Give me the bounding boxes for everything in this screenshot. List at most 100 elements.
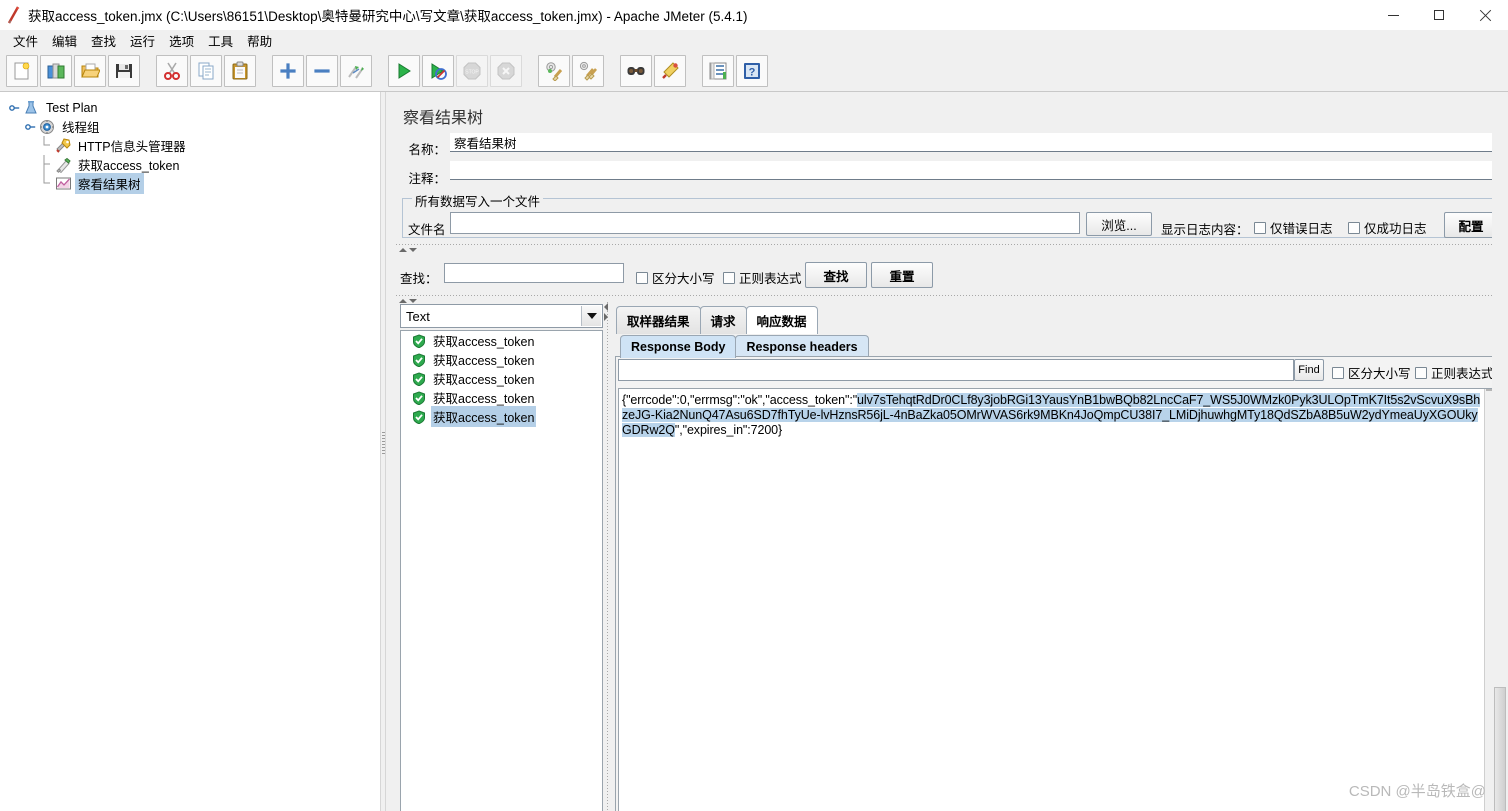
menu-help[interactable]: 帮助 bbox=[240, 29, 279, 52]
toolbar-separator bbox=[258, 55, 272, 87]
list-item[interactable]: 获取access_token bbox=[401, 350, 602, 369]
header-manager-icon bbox=[54, 137, 72, 155]
results-divider-handle[interactable] bbox=[602, 303, 610, 321]
chevron-down-icon bbox=[409, 298, 417, 303]
close-button[interactable] bbox=[1462, 0, 1508, 30]
menu-tools[interactable]: 工具 bbox=[201, 29, 240, 52]
chevron-down-icon[interactable] bbox=[581, 306, 601, 326]
configure-button[interactable]: 配置 bbox=[1444, 212, 1498, 238]
list-item[interactable]: 获取access_token bbox=[401, 388, 602, 407]
window-title: 获取access_token.jmx (C:\Users\86151\Deskt… bbox=[28, 9, 748, 24]
function-helper-icon[interactable] bbox=[702, 54, 734, 87]
find-button[interactable]: Find bbox=[1294, 359, 1324, 381]
watermark: CSDN @半岛铁盒@ bbox=[1348, 783, 1486, 800]
search-icon[interactable] bbox=[620, 54, 652, 87]
test-plan-tree[interactable]: Test Plan 线程组 HTTP信息头管理器 获取access_token … bbox=[0, 92, 380, 811]
start-icon[interactable] bbox=[388, 54, 420, 87]
menu-run[interactable]: 运行 bbox=[123, 29, 162, 52]
open-icon[interactable] bbox=[74, 54, 106, 87]
menu-file[interactable]: 文件 bbox=[6, 29, 45, 52]
renderer-selected-value: Text bbox=[406, 308, 430, 324]
toolbar-separator bbox=[142, 55, 156, 87]
response-prefix: {"errcode":0,"errmsg":"ok","access_token… bbox=[622, 393, 858, 407]
minimize-button[interactable] bbox=[1370, 0, 1416, 30]
menu-options[interactable]: 选项 bbox=[162, 29, 201, 52]
success-icon bbox=[411, 352, 427, 368]
search-reset-button[interactable]: 重置 bbox=[871, 262, 933, 288]
find-regex-checkbox[interactable]: 正则表达式 bbox=[1415, 363, 1494, 382]
search-case-sensitive-checkbox[interactable]: 区分大小写 bbox=[636, 268, 715, 287]
menu-edit[interactable]: 编辑 bbox=[45, 29, 84, 52]
svg-text:STOP: STOP bbox=[465, 69, 479, 75]
list-item[interactable]: 获取access_token bbox=[401, 406, 602, 427]
checkbox-box-icon bbox=[1332, 366, 1344, 379]
search-regex-checkbox[interactable]: 正则表达式 bbox=[723, 268, 802, 287]
name-input[interactable]: 察看结果树 bbox=[450, 133, 1502, 152]
tree-node-test-plan[interactable]: Test Plan bbox=[4, 98, 380, 117]
window-scrollbar[interactable] bbox=[1492, 92, 1508, 811]
write-to-file-group-title: 所有数据写入一个文件 bbox=[412, 191, 544, 210]
clear-all-icon[interactable] bbox=[572, 54, 604, 87]
paste-icon[interactable] bbox=[224, 54, 256, 87]
tree-node-http-sampler[interactable]: 获取access_token bbox=[4, 155, 380, 174]
templates-icon[interactable] bbox=[40, 54, 72, 87]
toolbar-separator bbox=[524, 55, 538, 87]
copy-icon[interactable] bbox=[190, 54, 222, 87]
search-input[interactable] bbox=[444, 263, 624, 283]
toggle-icon[interactable] bbox=[340, 54, 372, 87]
tab-response-body[interactable]: Response Body bbox=[620, 335, 737, 358]
divider-handle-2[interactable] bbox=[399, 297, 417, 304]
expander-handle-icon[interactable] bbox=[8, 98, 22, 117]
collapse-icon[interactable] bbox=[306, 54, 338, 87]
find-case-sensitive-checkbox[interactable]: 区分大小写 bbox=[1332, 363, 1411, 382]
success-only-checkbox[interactable]: 仅成功日志 bbox=[1348, 218, 1427, 237]
maximize-button[interactable] bbox=[1416, 0, 1462, 30]
filename-input[interactable] bbox=[450, 212, 1080, 234]
search-find-button[interactable]: 查找 bbox=[805, 262, 867, 288]
shutdown-icon bbox=[490, 54, 522, 87]
list-item[interactable]: 获取access_token bbox=[401, 331, 602, 350]
list-item[interactable]: 获取access_token bbox=[401, 369, 602, 388]
divider-handle-1[interactable] bbox=[399, 246, 417, 253]
scrollbar-thumb[interactable] bbox=[1494, 687, 1506, 811]
response-body-textarea[interactable]: {"errcode":0,"errmsg":"ok","access_token… bbox=[618, 388, 1500, 811]
menu-search[interactable]: 查找 bbox=[84, 29, 123, 52]
success-icon bbox=[411, 333, 427, 349]
tree-label: 察看结果树 bbox=[75, 173, 144, 194]
tree-node-thread-group[interactable]: 线程组 bbox=[4, 117, 380, 136]
save-icon[interactable] bbox=[108, 54, 140, 87]
cut-icon[interactable] bbox=[156, 54, 188, 87]
tree-label: Test Plan bbox=[46, 100, 98, 115]
results-list[interactable]: 获取access_token 获取access_token 获取access_t… bbox=[400, 330, 603, 811]
find-input[interactable] bbox=[618, 359, 1294, 381]
errors-only-checkbox[interactable]: 仅错误日志 bbox=[1254, 218, 1333, 237]
help-icon[interactable]: ? bbox=[736, 54, 768, 87]
start-no-pause-icon[interactable] bbox=[422, 54, 454, 87]
results-split-divider[interactable] bbox=[607, 302, 608, 811]
browse-button[interactable]: 浏览... bbox=[1086, 212, 1152, 236]
checkbox-box-icon bbox=[636, 271, 648, 284]
view-results-tree-panel: 察看结果树 名称： 察看结果树 注释： 所有数据写入一个文件 文件名 浏览...… bbox=[386, 92, 1508, 811]
response-body-text: {"errcode":0,"errmsg":"ok","access_token… bbox=[622, 393, 1484, 438]
thread-group-icon bbox=[38, 118, 56, 136]
expander-handle-icon[interactable] bbox=[24, 117, 38, 136]
response-tabs: Response Body Response headers bbox=[620, 335, 869, 358]
clear-icon[interactable] bbox=[538, 54, 570, 87]
tab-response-data[interactable]: 响应数据 bbox=[745, 306, 818, 334]
tab-response-headers[interactable]: Response headers bbox=[735, 335, 869, 358]
comment-input[interactable] bbox=[450, 161, 1502, 180]
renderer-select[interactable]: Text bbox=[400, 304, 603, 328]
chevron-up-icon bbox=[399, 247, 407, 252]
tab-sampler-result[interactable]: 取样器结果 bbox=[616, 306, 701, 334]
expand-icon[interactable] bbox=[272, 54, 304, 87]
new-icon[interactable] bbox=[6, 54, 38, 87]
tree-label: 线程组 bbox=[62, 121, 100, 135]
success-icon bbox=[411, 390, 427, 406]
tree-node-header-manager[interactable]: HTTP信息头管理器 bbox=[4, 136, 380, 155]
tree-branch-icon bbox=[40, 174, 54, 193]
tab-request[interactable]: 请求 bbox=[699, 306, 747, 334]
tree-node-view-results-tree[interactable]: 察看结果树 bbox=[4, 173, 380, 194]
tree-label: 获取access_token bbox=[78, 159, 180, 173]
tree-branch-icon bbox=[40, 155, 54, 174]
reset-search-icon[interactable] bbox=[654, 54, 686, 87]
